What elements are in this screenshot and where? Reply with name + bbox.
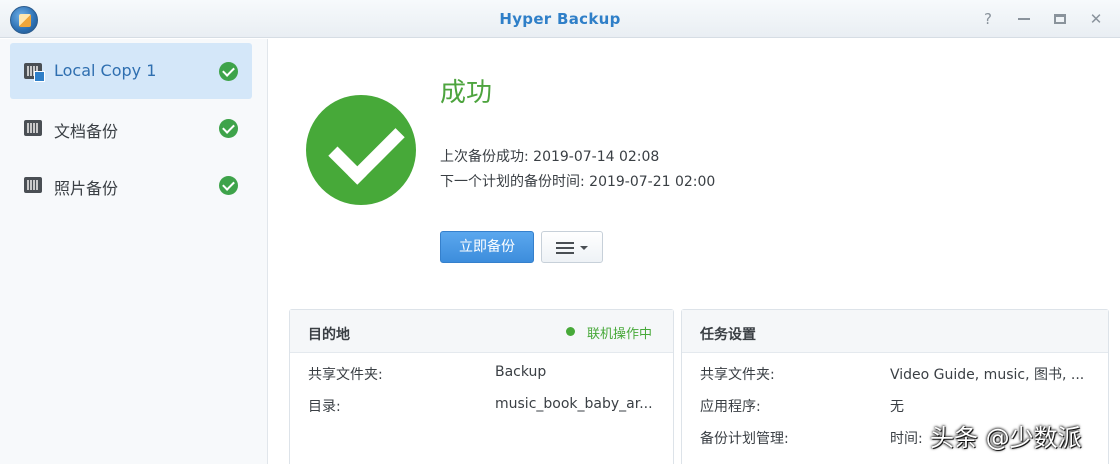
next-backup-time: 下一个计划的备份时间: 2019-07-21 02:00	[440, 174, 716, 190]
settings-application-label: 应用程序:	[700, 399, 761, 415]
settings-application-value: 无	[890, 399, 904, 415]
success-check-icon	[219, 176, 238, 195]
window-title: Hyper Backup	[499, 10, 621, 28]
status-title: 成功	[440, 78, 493, 108]
minimize-icon[interactable]	[1014, 9, 1034, 29]
destination-panel-header: 目的地 联机操作中	[290, 310, 673, 353]
destination-directory-value: music_book_baby_ar...	[495, 396, 653, 412]
local-copy-task-icon	[24, 63, 45, 82]
online-status-dot-icon	[566, 327, 575, 336]
online-status-text: 联机操作中	[587, 327, 653, 342]
settings-shared-folder-label: 共享文件夹:	[700, 367, 775, 383]
sidebar-item-label: 照片备份	[54, 179, 119, 198]
success-status-icon	[306, 95, 416, 205]
sidebar-item-document-backup[interactable]: 文档备份	[10, 100, 252, 156]
settings-schedule-value: 时间:	[890, 431, 923, 447]
destination-shared-folder-label: 共享文件夹:	[308, 367, 383, 383]
close-icon[interactable]: ✕	[1086, 9, 1106, 29]
action-menu-button[interactable]	[541, 231, 603, 263]
settings-shared-folder-value: Video Guide, music, 图书, ...	[890, 367, 1085, 383]
success-check-icon	[219, 62, 238, 81]
destination-shared-folder-value: Backup	[495, 364, 547, 380]
chevron-down-icon	[580, 246, 588, 250]
backup-task-icon	[24, 177, 42, 193]
destination-directory-label: 目录:	[308, 399, 341, 415]
sidebar-item-label: Local Copy 1	[54, 61, 157, 80]
settings-schedule-label: 备份计划管理:	[700, 431, 789, 447]
maximize-icon[interactable]	[1050, 9, 1070, 29]
destination-title: 目的地	[308, 327, 350, 343]
backup-now-button[interactable]: 立即备份	[440, 231, 534, 263]
sidebar-item-local-copy-1[interactable]: Local Copy 1	[10, 43, 252, 99]
sidebar-item-label: 文档备份	[54, 122, 119, 141]
task-settings-title: 任务设置	[700, 327, 756, 343]
destination-panel: 目的地 联机操作中 共享文件夹: Backup 目录: music_book_b…	[289, 309, 674, 464]
help-icon[interactable]: ?	[978, 9, 998, 29]
sidebar: Local Copy 1 文档备份 照片备份	[0, 39, 268, 464]
last-backup-time: 上次备份成功: 2019-07-14 02:08	[440, 149, 660, 165]
watermark-text: 头条 @少数派	[930, 424, 1082, 452]
title-bar: Hyper Backup ? ✕	[0, 0, 1120, 38]
backup-task-icon	[24, 120, 42, 136]
task-settings-panel-header: 任务设置	[682, 310, 1108, 353]
menu-icon	[556, 242, 574, 254]
sidebar-item-photo-backup[interactable]: 照片备份	[10, 157, 252, 213]
success-check-icon	[219, 119, 238, 138]
